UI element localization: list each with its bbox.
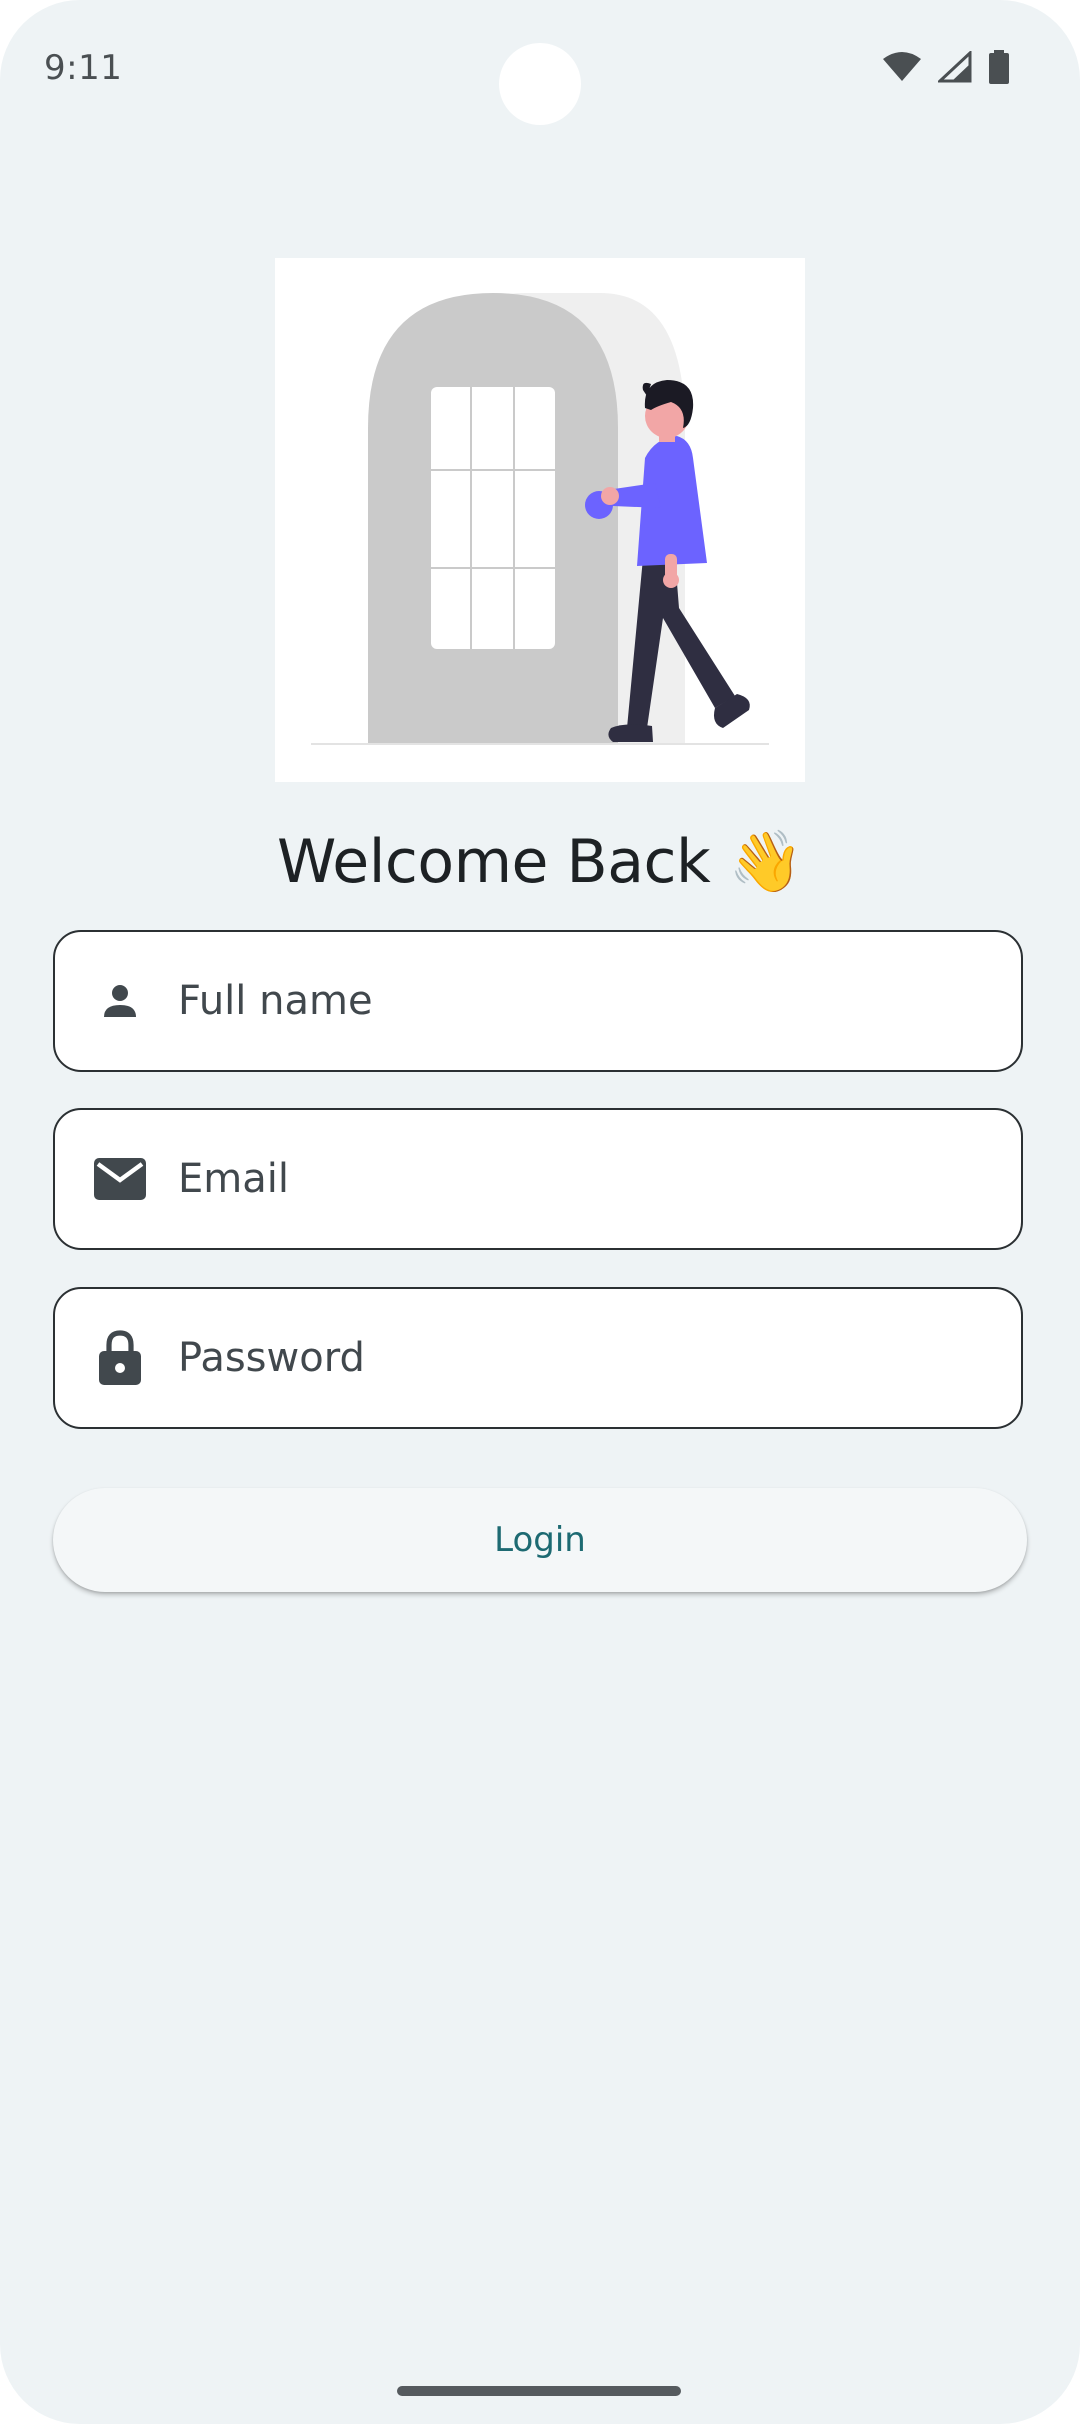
mail-icon (88, 1147, 152, 1211)
password-input[interactable] (176, 1334, 1000, 1382)
email-input[interactable] (176, 1155, 1000, 1203)
wifi-icon (883, 52, 921, 81)
page-title: Welcome Back 👋 (0, 826, 1080, 897)
person-opening-door-illustration (275, 258, 805, 782)
home-indicator[interactable] (397, 2386, 681, 2396)
email-field[interactable] (53, 1108, 1023, 1250)
waving-hand-emoji: 👋 (728, 827, 804, 897)
password-field[interactable] (53, 1287, 1023, 1429)
app-screen: 9:11 Welcome Back 👋 Full name Email Logi… (0, 0, 1080, 2424)
full-name-input[interactable] (176, 977, 1000, 1025)
person-icon (88, 969, 152, 1033)
title-text: Welcome Back (277, 827, 711, 897)
status-icons (882, 50, 1010, 84)
lock-icon (88, 1326, 152, 1390)
camera-cutout (499, 43, 581, 125)
signal-icon (938, 51, 972, 83)
status-time: 9:11 (44, 48, 123, 88)
full-name-field[interactable] (53, 930, 1023, 1072)
battery-icon (989, 50, 1009, 84)
login-button[interactable]: Login (53, 1488, 1027, 1592)
